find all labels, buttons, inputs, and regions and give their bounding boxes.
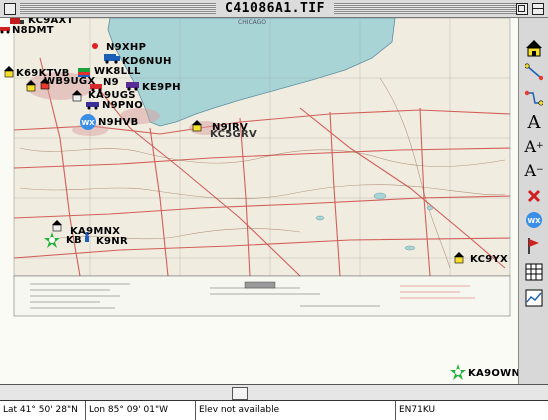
zoom-box-icon[interactable] — [516, 3, 528, 15]
truck-icon — [104, 54, 120, 64]
wx-icon: WX — [80, 114, 96, 130]
text-smaller-icon[interactable]: A − — [524, 160, 544, 180]
flag-icon[interactable] — [524, 236, 544, 256]
titlebar-stripes-right — [334, 3, 520, 14]
x-icon[interactable] — [524, 186, 544, 206]
callsign-label[interactable]: N9 — [103, 77, 119, 88]
callsign-label[interactable]: KE9PH — [142, 82, 181, 93]
callsign-label[interactable]: K9NR — [96, 236, 128, 247]
car-icon — [0, 27, 10, 34]
titlebar-stripes-left — [20, 3, 216, 14]
elevation-readout: Elev not available — [196, 401, 396, 420]
svg-text:WX: WX — [81, 119, 95, 127]
path-icon[interactable] — [524, 88, 544, 108]
longitude-readout: Lon 85° 09' 01"W — [86, 401, 196, 420]
callsign-label[interactable]: N9PNO — [102, 100, 143, 111]
house-icon — [4, 66, 14, 78]
graph-icon[interactable] — [524, 288, 544, 308]
callsign-label[interactable]: N9XHP — [106, 42, 146, 53]
text-icon[interactable]: A — [524, 112, 544, 133]
house-icon — [192, 120, 202, 132]
house-icon — [72, 90, 82, 102]
truck-icon — [10, 18, 24, 24]
callsign-label[interactable]: WB9UGX — [44, 76, 95, 87]
grid-square-readout: EN71KU — [399, 405, 436, 415]
status-bar: Lat 41° 50' 28"N Lon 85° 09' 01"W Elev n… — [0, 400, 548, 420]
window-titlebar[interactable]: C41086A1.TIF — [0, 0, 548, 18]
car-icon — [86, 102, 99, 110]
callsign-label[interactable]: KB — [66, 235, 82, 246]
callsign-label[interactable]: KC5GRV — [210, 129, 257, 140]
callsign-label[interactable]: N9HVB — [98, 117, 139, 128]
map-canvas[interactable]: CHICAGO WX KC9AXT N8DMT N9XHP KD6NUH K69… — [0, 18, 518, 384]
close-box-icon[interactable] — [4, 3, 16, 15]
callsign-label[interactable]: KC9YX — [470, 254, 508, 265]
horizontal-scrollbar[interactable] — [0, 384, 548, 400]
house-icon — [454, 252, 464, 264]
star-icon — [450, 364, 466, 380]
scroll-thumb[interactable] — [232, 387, 248, 400]
latitude-readout: Lat 41° 50' 28"N — [0, 401, 86, 420]
callsign-label[interactable]: KA9OWN — [468, 368, 518, 379]
house-icon — [26, 80, 36, 92]
text-larger-icon[interactable]: A + — [524, 136, 544, 156]
house-icon[interactable] — [524, 38, 544, 58]
collapse-box-icon[interactable] — [532, 3, 544, 15]
window-title: C41086A1.TIF — [222, 1, 328, 16]
path-icon[interactable] — [524, 62, 544, 82]
star-icon — [44, 232, 60, 248]
grid-icon[interactable] — [524, 262, 544, 282]
svg-text:WX: WX — [527, 217, 541, 225]
wx-icon[interactable]: WX — [524, 210, 544, 230]
station-icons-layer: WX — [0, 18, 466, 380]
house-icon — [52, 220, 62, 232]
callsign-label[interactable]: N8DMT — [12, 25, 54, 36]
tool-palette: A A + A − WX — [518, 18, 548, 384]
callsign-label[interactable]: WK8LLL — [94, 66, 141, 77]
dot-icon — [92, 43, 98, 49]
